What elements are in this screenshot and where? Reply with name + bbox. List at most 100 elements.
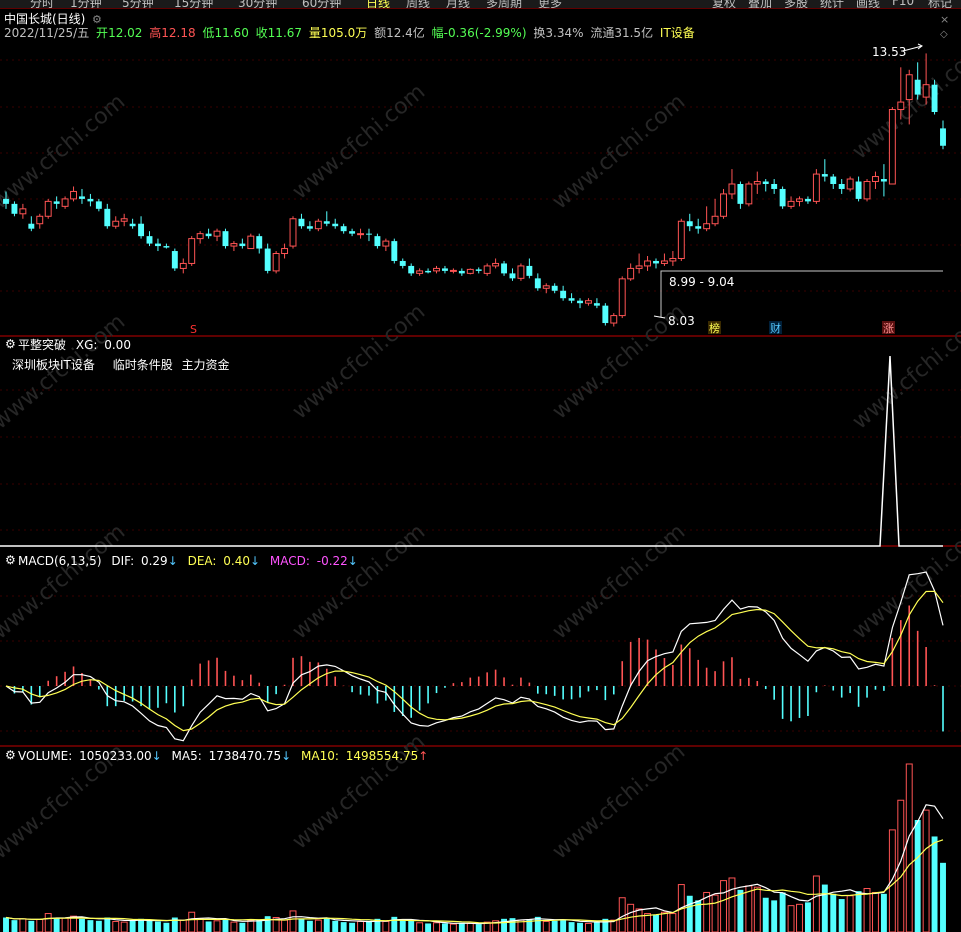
toolbar-button-4[interactable]: 画线 xyxy=(856,0,880,8)
volume-bar xyxy=(53,917,60,932)
volume-bar xyxy=(416,922,424,932)
volume-bar xyxy=(3,917,9,932)
macd-value-label: MACD: xyxy=(270,554,310,568)
volume-bar xyxy=(230,921,238,932)
volume-ma10: 1498554.75 xyxy=(346,749,419,763)
candle xyxy=(391,238,398,264)
quote-volume: 105.0万 xyxy=(321,26,367,40)
volume-bar xyxy=(787,905,795,932)
volume-bar xyxy=(408,920,415,932)
candle xyxy=(517,263,525,281)
volume-bar xyxy=(129,920,136,932)
volume-bar xyxy=(61,917,69,932)
tab-0[interactable]: 分时 xyxy=(30,0,54,8)
toolbar-button-2[interactable]: 多股 xyxy=(784,0,808,8)
volume-bar xyxy=(711,894,719,932)
tab-10[interactable]: 更多 xyxy=(538,0,562,8)
tab-3[interactable]: 15分钟 xyxy=(174,0,213,8)
volume-bar xyxy=(585,922,592,932)
tab-4[interactable]: 30分钟 xyxy=(238,0,277,8)
indicator-title: 平整突破 xyxy=(18,337,66,352)
diamond-icon[interactable]: ◇ xyxy=(940,29,948,40)
candle xyxy=(720,188,727,219)
quote-line: 2022/11/25/五 开12.02 高12.18 低11.60 收11.67… xyxy=(4,25,695,40)
volume-bar xyxy=(720,880,727,932)
low-marker-label: 8.03 xyxy=(668,314,695,328)
candle xyxy=(466,268,474,275)
candle xyxy=(272,251,280,274)
macd-dif-label: DIF: xyxy=(111,554,134,568)
volume-bar xyxy=(19,918,27,932)
chart-stage: www.cfchi.comwww.cfchi.comwww.cfchi.comw… xyxy=(0,0,961,932)
quote-sector: IT设备 xyxy=(660,26,695,40)
volume-bar xyxy=(551,920,558,932)
volume-bar xyxy=(644,913,652,932)
volume-bar xyxy=(501,918,507,932)
tab-6[interactable]: 日线 xyxy=(366,0,390,8)
volume-bar xyxy=(11,920,18,932)
volume-gear-icon[interactable]: ⚙ xyxy=(5,748,16,762)
volume-bar xyxy=(425,923,432,932)
tab-2[interactable]: 5分钟 xyxy=(122,0,154,8)
tab-7[interactable]: 周线 xyxy=(406,0,430,8)
volume-bar xyxy=(154,921,161,932)
toolbar-button-6[interactable]: 标记 xyxy=(928,0,952,8)
volume-bar xyxy=(357,920,364,932)
volume-bar xyxy=(28,920,35,932)
quote-high-label: 高 xyxy=(149,25,161,40)
volume-bar xyxy=(399,919,406,932)
volume-bar xyxy=(44,913,52,932)
volume-bar xyxy=(888,829,896,932)
quote-amount: 12.4亿 xyxy=(386,25,425,40)
volume-bar xyxy=(660,911,668,932)
tab-1[interactable]: 1分钟 xyxy=(70,0,102,8)
limit-up-marker[interactable]: 涨 xyxy=(883,322,894,335)
volume-bar xyxy=(635,908,643,932)
volume-bar xyxy=(838,899,845,932)
volume-bar xyxy=(146,919,153,932)
tag-capital: 主力资金 xyxy=(182,357,230,372)
candle xyxy=(247,233,255,250)
volume-ma10-label: MA10: xyxy=(301,749,339,763)
volume-bar xyxy=(542,920,550,932)
toolbar-button-1[interactable]: 叠加 xyxy=(748,0,772,8)
candle xyxy=(171,248,178,271)
quote-change-label: 幅 xyxy=(432,25,444,40)
candle xyxy=(188,236,196,266)
settings-gear-icon[interactable]: ⚙ xyxy=(92,13,102,26)
volume-bar xyxy=(669,913,677,932)
quote-float: 31.5亿 xyxy=(614,25,653,40)
finance-marker[interactable]: 财 xyxy=(770,321,781,335)
volume-bar xyxy=(880,893,887,932)
macd-dea-label: DEA: xyxy=(188,554,217,568)
tab-9[interactable]: 多周期 xyxy=(486,0,522,8)
tab-8[interactable]: 月线 xyxy=(446,0,470,8)
tab-5[interactable]: 60分钟 xyxy=(302,0,341,8)
close-icon[interactable]: × xyxy=(940,13,949,26)
rank-marker[interactable]: 榜 xyxy=(709,321,720,335)
volume-bar xyxy=(213,920,221,932)
toolbar-button-5[interactable]: F10 xyxy=(892,0,914,8)
indicator-xg-value: 0.00 xyxy=(104,338,131,352)
volume-bar xyxy=(382,920,390,932)
stock-name[interactable]: 中国长城(日线) xyxy=(4,11,85,26)
volume-bar xyxy=(931,836,938,932)
candle xyxy=(44,198,52,219)
macd-value: -0.22 xyxy=(317,554,348,568)
volume-bar xyxy=(812,875,820,932)
volume-bar xyxy=(618,897,626,932)
volume-ma5-label: MA5: xyxy=(172,749,202,763)
s-marker[interactable]: S xyxy=(190,323,197,336)
indicator-xg-label: XG: xyxy=(76,338,98,352)
volume-bar xyxy=(306,920,313,932)
volume-bar xyxy=(112,920,120,932)
toolbar-button-0[interactable]: 复权 xyxy=(712,0,736,8)
toolbar-button-3[interactable]: 统计 xyxy=(820,0,844,8)
volume-bar xyxy=(568,922,575,932)
volume-bar xyxy=(289,910,297,932)
quote-close: 11.67 xyxy=(268,26,302,40)
macd-dif: 0.29 xyxy=(141,554,168,568)
panel-gear-icon[interactable]: ⚙ xyxy=(5,337,16,351)
volume-bar xyxy=(804,902,811,932)
macd-gear-icon[interactable]: ⚙ xyxy=(5,553,16,567)
